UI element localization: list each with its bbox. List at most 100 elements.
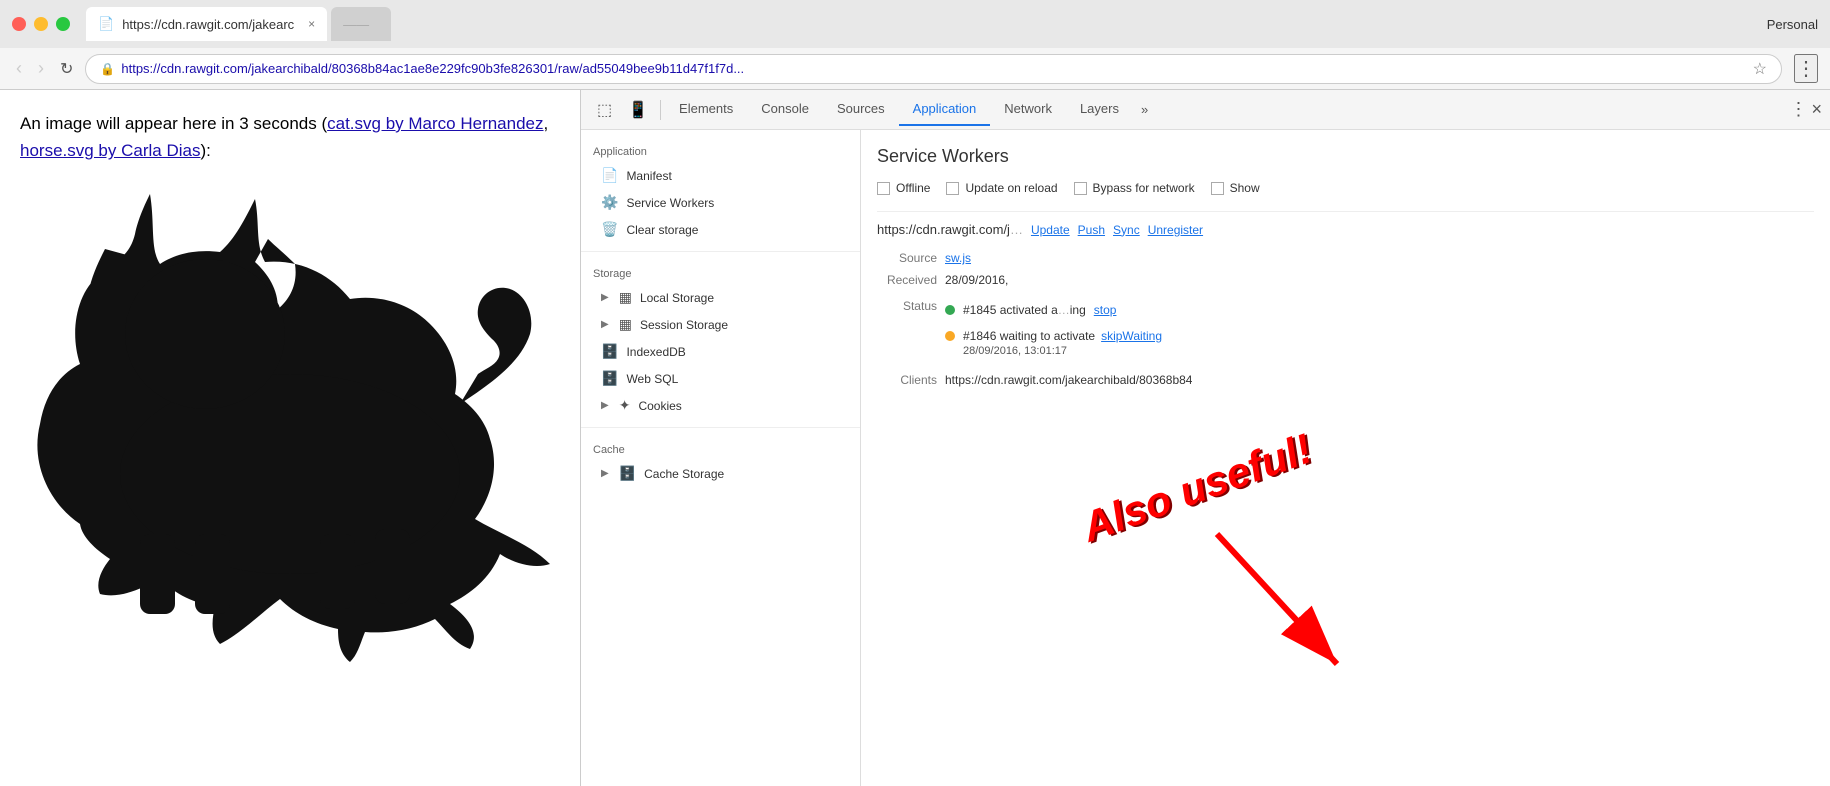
status-details: #1845 activated a…ing stop #1846 waiting… (945, 299, 1162, 361)
offline-checkbox-label[interactable]: Offline (877, 181, 930, 195)
bypass-checkbox-label[interactable]: Bypass for network (1074, 181, 1195, 195)
cache-storage-icon: 🗄️ (619, 465, 636, 482)
offline-label: Offline (896, 181, 930, 195)
sw-clients-row: Clients https://cdn.rawgit.com/jakearchi… (877, 369, 1814, 391)
panel-title: Service Workers (877, 146, 1814, 167)
sidebar-item-web-sql-label: Web SQL (626, 372, 678, 386)
text-before: An image will appear here in 3 seconds ( (20, 114, 327, 133)
browser-menu-button[interactable]: ⋮ (1794, 54, 1818, 83)
tab-layers[interactable]: Layers (1066, 93, 1133, 126)
show-label: Show (1230, 181, 1260, 195)
source-label: Source (877, 251, 937, 265)
sw-received-row: Received 28/09/2016, (877, 269, 1814, 291)
devtools-toolbar: ⬚ 📱 Elements Console Sources Application… (581, 90, 1830, 130)
sidebar-item-session-storage[interactable]: ▶ ▦ Session Storage (581, 311, 860, 338)
skip-waiting-link[interactable]: skipWaiting (1101, 329, 1162, 343)
forward-button[interactable]: › (34, 56, 48, 81)
devtools-actions: ⋮ × (1789, 99, 1822, 120)
status-label: Status (877, 299, 937, 361)
tab-application[interactable]: Application (899, 93, 991, 126)
tab-sources[interactable]: Sources (823, 93, 899, 126)
devtools-menu-button[interactable]: ⋮ (1789, 99, 1807, 120)
tab-console[interactable]: Console (747, 93, 823, 126)
annotation-arrow (1197, 514, 1377, 694)
push-link[interactable]: Push (1078, 223, 1105, 237)
tab-elements[interactable]: Elements (665, 93, 747, 126)
local-storage-icon: ▦ (619, 289, 632, 306)
status-2-details: #1846 waiting to activate skipWaiting 28… (963, 329, 1162, 357)
sw-status-row: Status #1845 activated a…ing stop #1846 … (877, 295, 1814, 365)
bookmark-icon[interactable]: ☆ (1753, 59, 1767, 79)
update-on-reload-label: Update on reload (965, 181, 1057, 195)
sidebar-item-service-workers-label: Service Workers (626, 196, 714, 210)
manifest-icon: 📄 (601, 167, 618, 184)
minimize-button[interactable] (34, 17, 48, 31)
status-dot-active (945, 305, 955, 315)
horse-svg-link[interactable]: horse.svg by Carla Dias (20, 141, 200, 160)
sidebar-item-session-storage-label: Session Storage (640, 318, 728, 332)
address-bar[interactable]: 🔒 https://cdn.rawgit.com/jakearchibald/8… (85, 54, 1782, 84)
session-storage-icon: ▦ (619, 316, 632, 333)
sw-options-row: Offline Update on reload Bypass for netw… (877, 181, 1814, 195)
cat-svg-link[interactable]: cat.svg by Marco Hernandez (327, 114, 543, 133)
tab-url: https://cdn.rawgit.com/jakearc (122, 17, 294, 32)
status-row-2: #1846 waiting to activate skipWaiting 28… (945, 325, 1162, 361)
clients-label: Clients (877, 373, 937, 387)
url-text: https://cdn.rawgit.com/jakearchibald/803… (121, 61, 1746, 76)
active-tab[interactable]: 📄 https://cdn.rawgit.com/jakearc × (86, 7, 327, 41)
clear-storage-icon: 🗑️ (601, 221, 618, 238)
back-button[interactable]: ‹ (12, 56, 26, 81)
also-useful-annotation: Also useful! (1076, 424, 1318, 551)
cookies-icon: ✦ (619, 397, 631, 414)
sidebar-item-local-storage[interactable]: ▶ ▦ Local Storage (581, 284, 860, 311)
sidebar-section-application: Application (581, 138, 860, 162)
source-file-link[interactable]: sw.js (945, 251, 971, 265)
expand-arrow-local-storage: ▶ (601, 292, 609, 303)
devtools-sidebar: Application 📄 Manifest ⚙️ Service Worker… (581, 130, 861, 786)
stop-link[interactable]: stop (1094, 303, 1117, 317)
page-content: An image will appear here in 3 seconds (… (0, 90, 580, 786)
update-on-reload-checkbox[interactable] (946, 182, 959, 195)
maximize-button[interactable] (56, 17, 70, 31)
tab-network[interactable]: Network (990, 93, 1066, 126)
sidebar-item-web-sql[interactable]: 🗄️ Web SQL (581, 365, 860, 392)
sidebar-item-clear-storage[interactable]: 🗑️ Clear storage (581, 216, 860, 243)
received-value: 28/09/2016, (945, 273, 1008, 287)
service-workers-icon: ⚙️ (601, 194, 618, 211)
unregister-link[interactable]: Unregister (1148, 223, 1203, 237)
sync-link[interactable]: Sync (1113, 223, 1140, 237)
offline-checkbox[interactable] (877, 182, 890, 195)
sw-url-text: https://cdn.rawgit.com/j… (877, 222, 1023, 237)
show-checkbox[interactable] (1211, 182, 1224, 195)
cursor-tool-button[interactable]: ⬚ (589, 96, 620, 124)
sidebar-item-cache-storage[interactable]: ▶ 🗄️ Cache Storage (581, 460, 860, 487)
devtools-close-button[interactable]: × (1811, 99, 1822, 120)
sidebar-item-clear-storage-label: Clear storage (626, 223, 698, 237)
reload-button[interactable]: ↻ (56, 57, 77, 81)
status-dot-waiting (945, 331, 955, 341)
tab-close-button[interactable]: × (308, 17, 315, 31)
sidebar-item-manifest[interactable]: 📄 Manifest (581, 162, 860, 189)
sidebar-item-indexeddb[interactable]: 🗄️ IndexedDB (581, 338, 860, 365)
page-text: An image will appear here in 3 seconds (… (20, 110, 560, 164)
device-tool-button[interactable]: 📱 (620, 96, 656, 124)
sidebar-divider-2 (581, 427, 860, 428)
sidebar-item-indexeddb-label: IndexedDB (626, 345, 685, 359)
sw-url-row: https://cdn.rawgit.com/j… Update Push Sy… (877, 211, 1814, 247)
more-tabs-button[interactable]: » (1133, 98, 1156, 121)
status-2-date: 28/09/2016, 13:01:17 (963, 345, 1162, 357)
sidebar-item-cookies[interactable]: ▶ ✦ Cookies (581, 392, 860, 419)
update-on-reload-checkbox-label[interactable]: Update on reload (946, 181, 1057, 195)
sidebar-item-service-workers[interactable]: ⚙️ Service Workers (581, 189, 860, 216)
update-link[interactable]: Update (1031, 223, 1070, 237)
inactive-tab[interactable]: —— (331, 7, 391, 41)
close-button[interactable] (12, 17, 26, 31)
sidebar-item-cookies-label: Cookies (638, 399, 681, 413)
bypass-label: Bypass for network (1093, 181, 1195, 195)
show-checkbox-label[interactable]: Show (1211, 181, 1260, 195)
sidebar-section-storage: Storage (581, 260, 860, 284)
bypass-checkbox[interactable] (1074, 182, 1087, 195)
text-after: ): (200, 141, 210, 160)
link-separator: , (544, 114, 549, 133)
indexeddb-icon: 🗄️ (601, 343, 618, 360)
